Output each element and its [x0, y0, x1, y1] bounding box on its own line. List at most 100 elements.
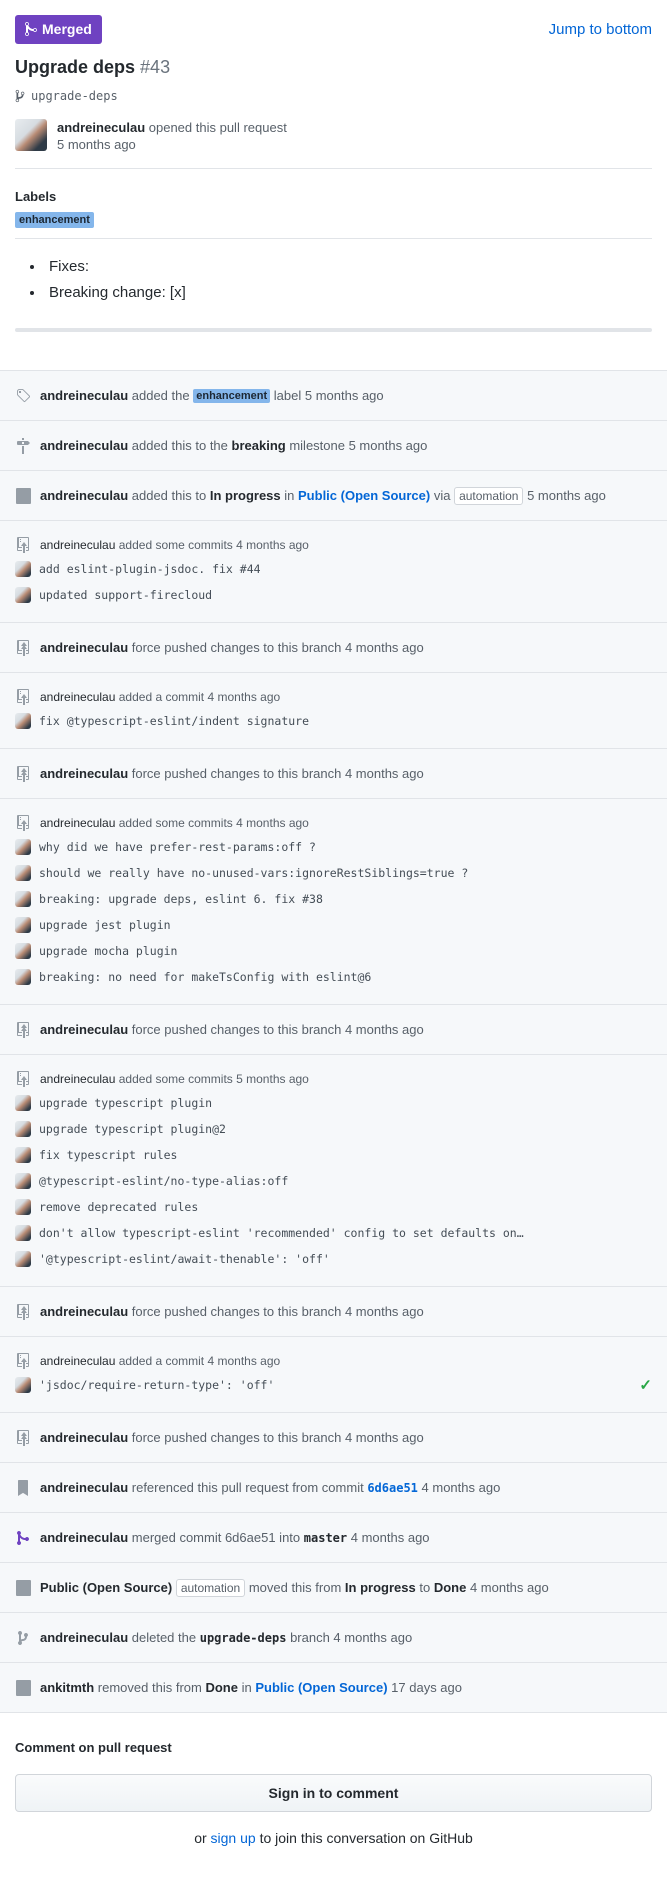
avatar[interactable] — [15, 969, 31, 985]
event-text: branch 4 months ago — [290, 1630, 413, 1645]
event-actor[interactable]: ankitmth — [40, 1680, 94, 1695]
event-actor[interactable]: andreineculau — [40, 1304, 128, 1319]
commit-row[interactable]: 'jsdoc/require-return-type': 'off' ✓ — [15, 1372, 652, 1398]
commit-message[interactable]: add eslint-plugin-jsdoc. fix #44 — [39, 562, 652, 576]
target-branch[interactable]: master — [304, 1531, 347, 1545]
commit-message[interactable]: upgrade mocha plugin — [39, 944, 652, 958]
event-actor[interactable]: andreineculau — [40, 640, 128, 655]
timeline-event-commits: andreineculau added a commit 4 months ag… — [0, 1337, 667, 1413]
avatar[interactable] — [15, 1095, 31, 1111]
event-actor[interactable]: andreineculau — [40, 1630, 128, 1645]
opener-row: andreineculau opened this pull request 5… — [15, 119, 652, 169]
jump-to-bottom-link[interactable]: Jump to bottom — [549, 21, 652, 38]
commit-row[interactable]: upgrade mocha plugin — [15, 938, 652, 964]
avatar[interactable] — [15, 1251, 31, 1267]
commit-row[interactable]: fix @typescript-eslint/indent signature — [15, 708, 652, 734]
branch-name[interactable]: upgrade-deps — [31, 89, 118, 103]
event-actor[interactable]: Public (Open Source) — [40, 1580, 172, 1595]
avatar[interactable] — [15, 943, 31, 959]
commit-sha-link[interactable]: 6d6ae51 — [367, 1481, 418, 1495]
event-actor[interactable]: andreineculau — [40, 538, 115, 552]
event-actor[interactable]: andreineculau — [40, 1480, 128, 1495]
avatar[interactable] — [15, 1199, 31, 1215]
commit-row[interactable]: don't allow typescript-eslint 'recommend… — [15, 1220, 652, 1246]
git-branch-icon — [15, 89, 25, 103]
commit-row[interactable]: upgrade typescript plugin — [15, 1090, 652, 1116]
event-actor[interactable]: andreineculau — [40, 1022, 128, 1037]
avatar[interactable] — [15, 119, 47, 151]
commit-row[interactable]: why did we have prefer-rest-params:off ? — [15, 834, 652, 860]
project-link[interactable]: Public (Open Source) — [298, 488, 430, 503]
commit-message[interactable]: why did we have prefer-rest-params:off ? — [39, 840, 652, 854]
event-actor[interactable]: andreineculau — [40, 1530, 128, 1545]
commit-message[interactable]: upgrade typescript plugin — [39, 1096, 652, 1110]
avatar[interactable] — [15, 1377, 31, 1393]
avatar[interactable] — [15, 839, 31, 855]
commit-row[interactable]: upgrade typescript plugin@2 — [15, 1116, 652, 1142]
commit-row[interactable]: fix typescript rules — [15, 1142, 652, 1168]
commit-message[interactable]: breaking: no need for makeTsConfig with … — [39, 970, 652, 984]
commit-message[interactable]: don't allow typescript-eslint 'recommend… — [39, 1226, 652, 1240]
repo-force-push-icon — [17, 765, 29, 782]
avatar[interactable] — [15, 561, 31, 577]
commit-message[interactable]: updated support-firecloud — [39, 588, 652, 602]
label-enhancement[interactable]: enhancement — [193, 389, 271, 403]
avatar[interactable] — [15, 865, 31, 881]
commit-message[interactable]: remove deprecated rules — [39, 1200, 652, 1214]
event-actor[interactable]: andreineculau — [40, 816, 115, 830]
commit-message[interactable]: upgrade jest plugin — [39, 918, 652, 932]
commit-message[interactable]: 'jsdoc/require-return-type': 'off' — [39, 1378, 631, 1392]
join-conversation-text: or sign up to join this conversation on … — [15, 1830, 652, 1866]
sign-up-link[interactable]: sign up — [211, 1830, 256, 1846]
avatar[interactable] — [15, 917, 31, 933]
commit-row[interactable]: breaking: upgrade deps, eslint 6. fix #3… — [15, 886, 652, 912]
avatar[interactable] — [15, 1173, 31, 1189]
event-text: in — [241, 1680, 252, 1695]
labels-section: Labels enhancement — [15, 189, 652, 239]
event-text: moved this from — [248, 1579, 342, 1595]
commit-message[interactable]: upgrade typescript plugin@2 — [39, 1122, 652, 1136]
project-column: Done — [433, 1579, 467, 1595]
commit-row[interactable]: remove deprecated rules — [15, 1194, 652, 1220]
commit-row[interactable]: add eslint-plugin-jsdoc. fix #44 — [15, 556, 652, 582]
commit-message[interactable]: fix typescript rules — [39, 1148, 652, 1162]
event-actor[interactable]: andreineculau — [40, 438, 128, 453]
avatar[interactable] — [15, 891, 31, 907]
check-icon[interactable]: ✓ — [639, 1376, 652, 1394]
label-enhancement[interactable]: enhancement — [15, 212, 94, 228]
sign-in-button[interactable]: Sign in to comment — [15, 1774, 652, 1812]
list-item: Fixes: — [45, 254, 652, 280]
avatar[interactable] — [15, 587, 31, 603]
event-actor[interactable]: andreineculau — [40, 766, 128, 781]
commit-row[interactable]: breaking: no need for makeTsConfig with … — [15, 964, 652, 990]
commit-message[interactable]: should we really have no-unused-vars:ign… — [39, 866, 652, 880]
avatar[interactable] — [15, 1147, 31, 1163]
avatar[interactable] — [15, 713, 31, 729]
avatar[interactable] — [15, 1121, 31, 1137]
timeline-event-milestoned: andreineculau added this to the breaking… — [0, 421, 667, 471]
event-text: force pushed changes to this branch 4 mo… — [131, 640, 424, 655]
commit-row[interactable]: '@typescript-eslint/await-thenable': 'of… — [15, 1246, 652, 1272]
commit-row[interactable]: upgrade jest plugin — [15, 912, 652, 938]
avatar[interactable] — [15, 1225, 31, 1241]
event-actor[interactable]: andreineculau — [40, 1354, 115, 1368]
commit-row[interactable]: @typescript-eslint/no-type-alias:off — [15, 1168, 652, 1194]
commit-message[interactable]: '@typescript-eslint/await-thenable': 'of… — [39, 1252, 652, 1266]
event-actor[interactable]: andreineculau — [40, 690, 115, 704]
event-text: force pushed changes to this branch 4 mo… — [131, 766, 424, 781]
opener-author[interactable]: andreineculau — [57, 120, 145, 135]
event-text: force pushed changes to this branch 4 mo… — [131, 1022, 424, 1037]
commit-message[interactable]: fix @typescript-eslint/indent signature — [39, 714, 652, 728]
event-actor[interactable]: andreineculau — [40, 1430, 128, 1445]
repo-push-icon — [17, 1071, 29, 1087]
commit-message[interactable]: @typescript-eslint/no-type-alias:off — [39, 1174, 652, 1188]
commit-row[interactable]: updated support-firecloud — [15, 582, 652, 608]
event-actor[interactable]: andreineculau — [40, 388, 128, 403]
project-link[interactable]: Public (Open Source) — [255, 1680, 387, 1695]
commit-row[interactable]: should we really have no-unused-vars:ign… — [15, 860, 652, 886]
event-text: added the — [131, 388, 190, 403]
commit-message[interactable]: breaking: upgrade deps, eslint 6. fix #3… — [39, 892, 652, 906]
event-actor[interactable]: andreineculau — [40, 488, 128, 503]
milestone-name[interactable]: breaking — [232, 438, 286, 453]
event-actor[interactable]: andreineculau — [40, 1072, 115, 1086]
